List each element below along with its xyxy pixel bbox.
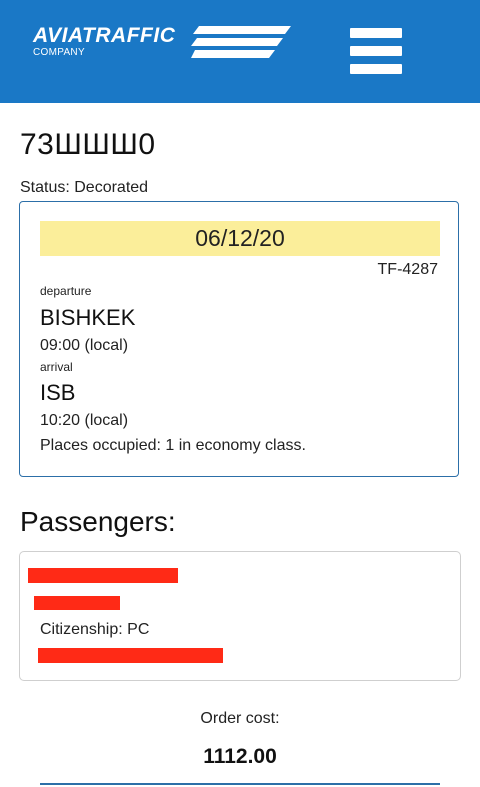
places-occupied: Places occupied: 1 in economy class. [40, 437, 306, 454]
wing-stripes-icon [191, 26, 291, 58]
passenger-citizenship: Citizenship: PC [40, 621, 150, 638]
flight-date: 06/12/20 [40, 221, 440, 256]
logo-wordmark: AVIATRAFFIC [33, 24, 176, 47]
flight-number: TF-4287 [377, 261, 438, 278]
arrival-label: arrival [40, 360, 73, 374]
departure-city: BISHKEK [40, 305, 136, 330]
order-cost-value: 1112.00 [203, 745, 277, 768]
redacted-passenger-name [28, 568, 178, 583]
order-id: 73ШШШ0 [20, 128, 156, 161]
order-cost-label: Order cost: [200, 710, 280, 727]
arrival-time: 10:20 (local) [40, 412, 129, 429]
departure-time: 09:00 (local) [40, 337, 129, 354]
aviatraffic-logo[interactable]: AVIATRAFFIC COMPANY [33, 24, 293, 64]
passenger-card: Citizenship: PC [19, 551, 461, 681]
hamburger-menu-icon[interactable] [350, 26, 404, 76]
passengers-heading: Passengers: [20, 506, 176, 537]
app-header: AVIATRAFFIC COMPANY [0, 0, 480, 103]
order-status: Status: Decorated [20, 179, 149, 196]
menu-bar [350, 46, 402, 56]
menu-bar [350, 28, 402, 38]
flight-card: 06/12/20 TF-4287 departure BISHKEK 09:00… [19, 201, 459, 477]
redacted-passenger-document [38, 648, 223, 663]
logo-subtitle: COMPANY [33, 47, 85, 58]
departure-label: departure [40, 284, 92, 298]
menu-bar [350, 64, 402, 74]
divider [40, 783, 440, 785]
arrival-city: ISB [40, 380, 76, 405]
redacted-passenger-detail [34, 596, 120, 610]
